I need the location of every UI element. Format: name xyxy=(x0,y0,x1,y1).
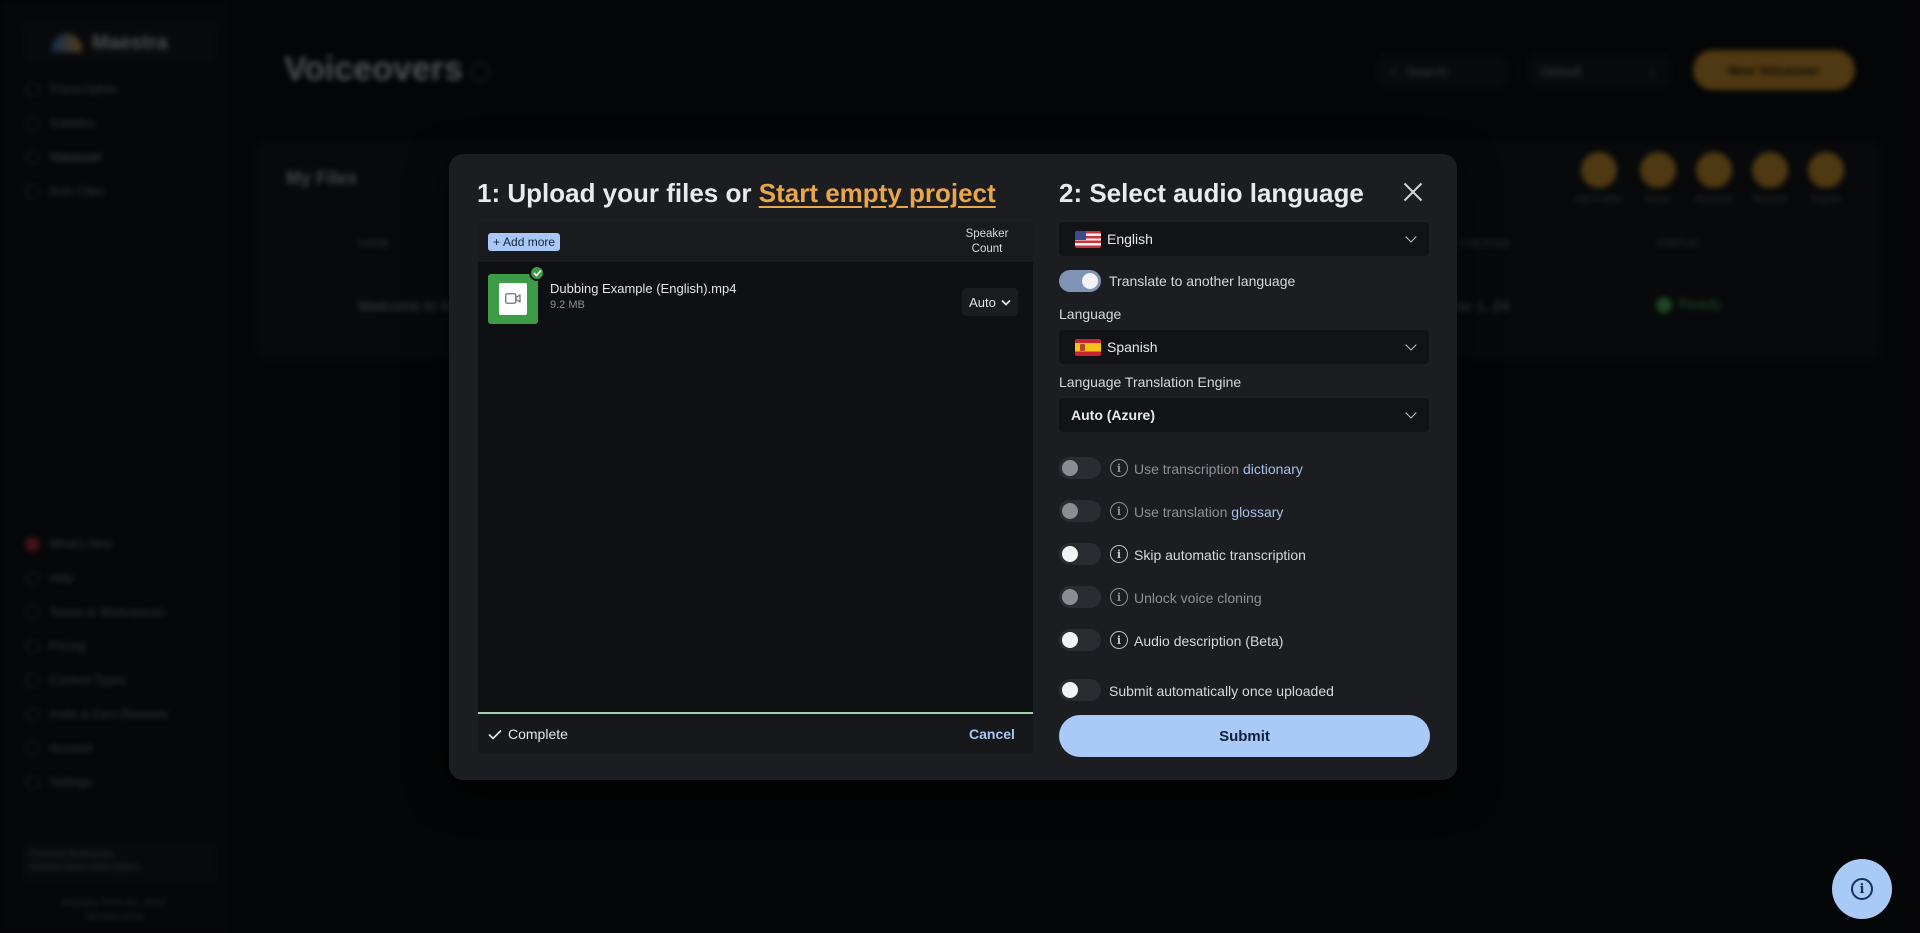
translation-glossary-toggle[interactable] xyxy=(1059,500,1101,522)
target-language-select[interactable]: Spanish xyxy=(1059,330,1429,364)
speaker-count-select[interactable]: Auto xyxy=(962,288,1018,316)
audio-description-label: Audio description (Beta) xyxy=(1134,633,1284,649)
upload-status-bar: Complete Cancel xyxy=(478,712,1033,754)
spain-flag-icon xyxy=(1075,338,1101,356)
upload-header: + Add more Speaker Count xyxy=(478,222,1033,262)
us-flag-icon xyxy=(1075,230,1101,248)
voice-cloning-label: Unlock voice cloning xyxy=(1134,590,1262,606)
translation-glossary-label: Use translation glossary xyxy=(1134,504,1284,520)
info-icon[interactable]: i xyxy=(1110,502,1128,520)
upload-area[interactable]: + Add more Speaker Count Dubbing Example (… xyxy=(478,222,1033,754)
submit-button[interactable]: Submit xyxy=(1059,715,1430,757)
step1-title: 1: Upload your files or Start empty proj… xyxy=(477,178,996,208)
speaker-count-header: Speaker Count xyxy=(965,228,1009,255)
transcription-dictionary-label: Use transcription dictionary xyxy=(1134,461,1303,477)
dictionary-link[interactable]: dictionary xyxy=(1243,461,1303,477)
add-more-button[interactable]: + Add more xyxy=(488,233,561,251)
skip-transcription-label: Skip automatic transcription xyxy=(1134,547,1306,563)
info-icon[interactable]: i xyxy=(1110,545,1128,563)
info-icon[interactable]: i xyxy=(1110,459,1128,477)
chevron-down-icon xyxy=(1405,231,1417,243)
check-icon xyxy=(488,729,502,740)
cancel-button[interactable]: Cancel xyxy=(969,726,1015,742)
audio-language-select[interactable]: English xyxy=(1059,222,1429,256)
chevron-down-icon xyxy=(1001,299,1011,306)
upload-modal: 1: Upload your files or Start empty proj… xyxy=(449,154,1457,780)
file-name: Dubbing Example (English).mp4 xyxy=(550,281,737,296)
close-icon[interactable] xyxy=(1400,179,1426,205)
plus-icon: + xyxy=(493,235,501,249)
video-icon xyxy=(505,293,521,304)
translate-label: Translate to another language xyxy=(1109,273,1296,289)
glossary-link[interactable]: glossary xyxy=(1231,504,1283,520)
audio-description-toggle[interactable] xyxy=(1059,629,1101,651)
skip-transcription-toggle[interactable] xyxy=(1059,543,1101,565)
chevron-down-icon xyxy=(1405,339,1417,351)
language-label: Language xyxy=(1059,306,1122,322)
video-file-thumbnail xyxy=(488,274,538,324)
file-size: 9.2 MB xyxy=(550,299,585,311)
engine-label: Language Translation Engine xyxy=(1059,374,1242,390)
info-icon[interactable]: i xyxy=(1110,588,1128,606)
step2-title: 2: Select audio language xyxy=(1059,178,1364,208)
translation-engine-select[interactable]: Auto (Azure) xyxy=(1059,398,1429,432)
translate-toggle[interactable] xyxy=(1059,270,1101,292)
start-empty-project-link[interactable]: Start empty project xyxy=(759,178,996,208)
auto-submit-toggle[interactable] xyxy=(1059,679,1101,701)
info-icon: i xyxy=(1851,878,1873,900)
help-button[interactable]: i xyxy=(1832,859,1892,919)
voice-cloning-toggle[interactable] xyxy=(1059,586,1101,608)
auto-submit-label: Submit automatically once uploaded xyxy=(1109,683,1334,699)
upload-complete-status: Complete xyxy=(488,726,568,742)
chevron-down-icon xyxy=(1405,407,1417,419)
transcription-dictionary-toggle[interactable] xyxy=(1059,457,1101,479)
upload-check-icon xyxy=(529,265,545,281)
info-icon[interactable]: i xyxy=(1110,631,1128,649)
